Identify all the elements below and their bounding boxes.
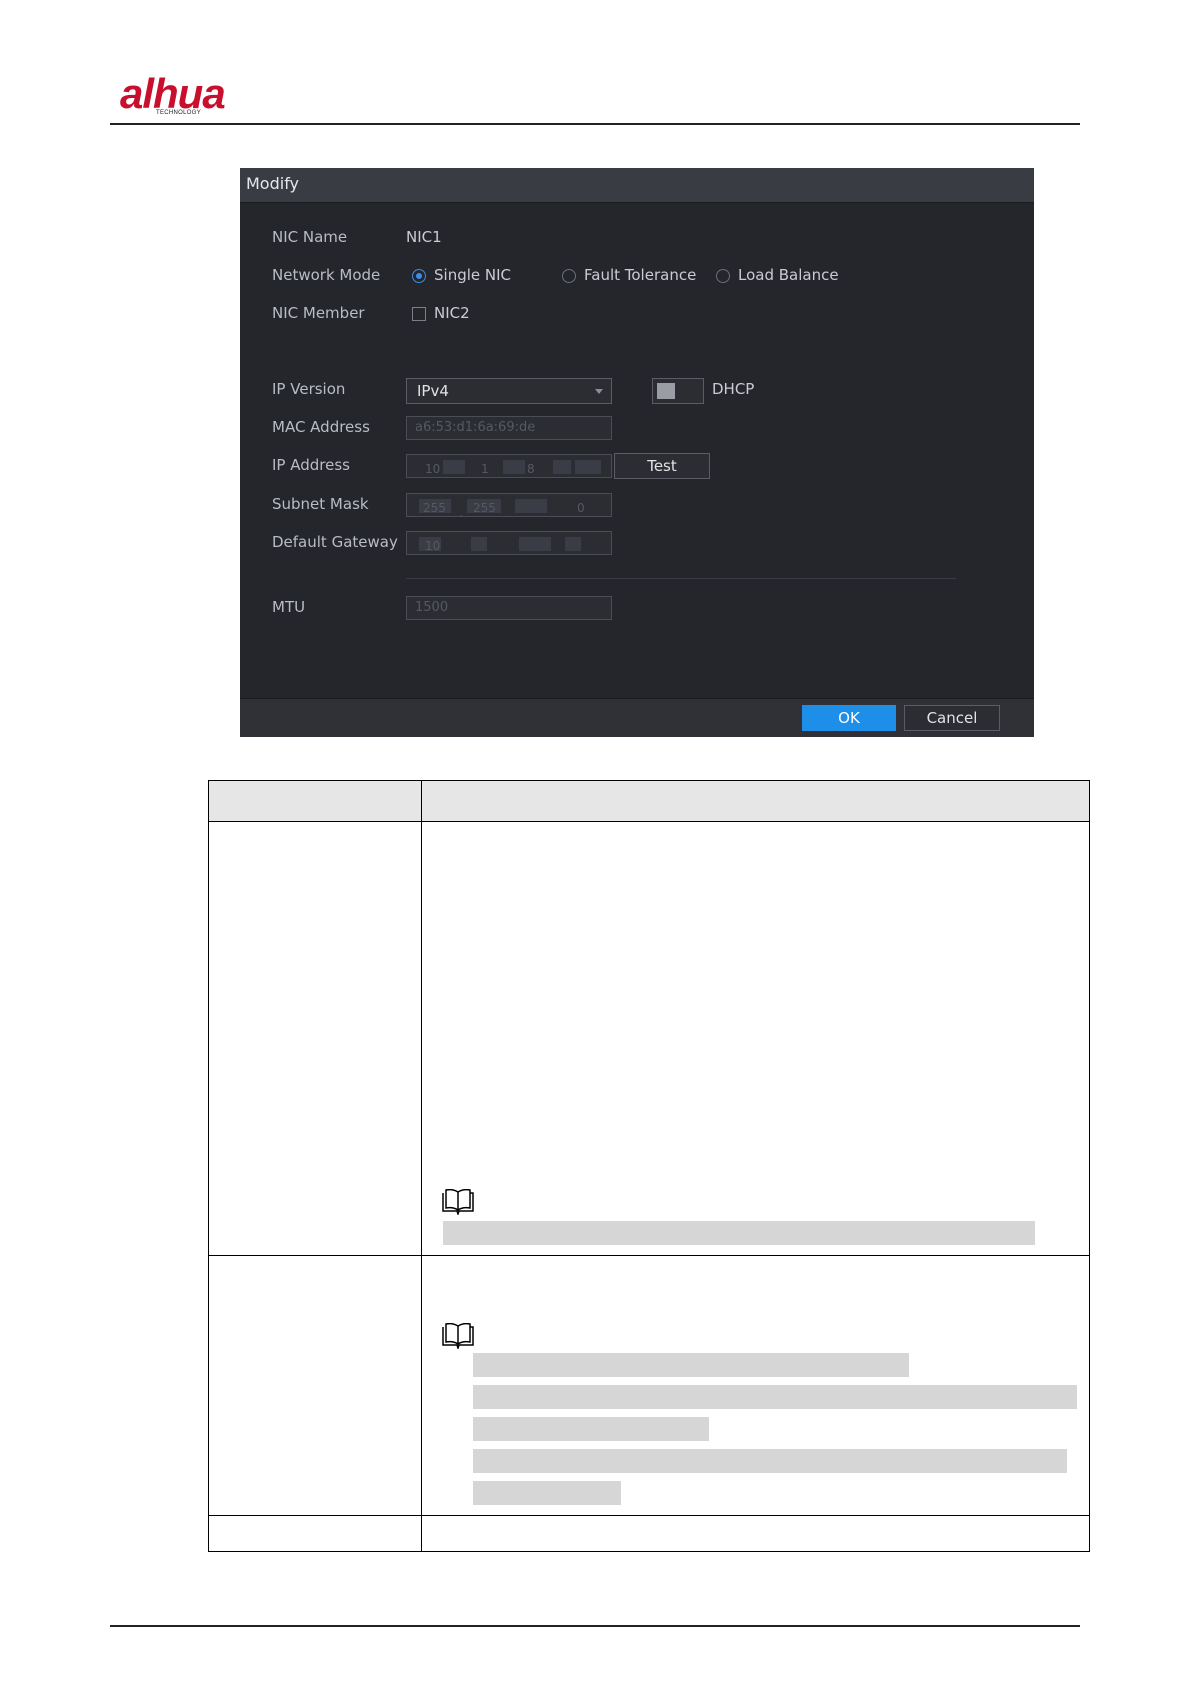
cancel-button[interactable]: Cancel (904, 705, 1000, 731)
dialog-titlebar: Modify (240, 168, 1034, 203)
mac-address-field: a6:53:d1:6a:69:de (406, 416, 612, 440)
ip-redaction (575, 460, 601, 474)
parameter-table (208, 780, 1090, 1552)
nic2-checkbox-label: NIC2 (434, 304, 470, 322)
subnet-mask-label: Subnet Mask (272, 495, 369, 513)
subnet-mask-field[interactable]: 255 . 255 0 (406, 493, 612, 520)
ip-version-select[interactable]: IPv4 (406, 378, 612, 404)
mtu-field[interactable]: 1500 (406, 596, 612, 620)
ip-redaction (515, 499, 547, 513)
radio-fault-tolerance-label: Fault Tolerance (584, 266, 697, 284)
header-rule (110, 123, 1080, 125)
modify-dialog: Modify NIC Name NIC1 Network Mode Single… (240, 168, 1034, 737)
chevron-down-icon (595, 389, 603, 394)
ip-part-3: 8 (527, 462, 535, 476)
default-gateway-label: Default Gateway (272, 533, 398, 551)
section-divider (406, 578, 956, 579)
note-book-icon (442, 1189, 474, 1215)
ip-address-field[interactable]: 10 1 8 (406, 454, 612, 478)
default-gateway-field[interactable]: 10 (406, 531, 612, 555)
radio-single-nic[interactable] (412, 269, 426, 283)
radio-single-nic-label: Single NIC (434, 266, 511, 284)
footer-rule (110, 1625, 1080, 1627)
dialog-footer: OK Cancel (240, 698, 1034, 737)
ip-part-2: 1 (481, 462, 489, 476)
ip-version-value: IPv4 (417, 382, 449, 400)
dhcp-label: DHCP (712, 380, 755, 398)
test-button[interactable]: Test (614, 453, 710, 479)
ip-separator: . (459, 506, 463, 520)
nic-member-label: NIC Member (272, 304, 365, 322)
note-book-icon (442, 1323, 474, 1349)
radio-fault-tolerance[interactable] (562, 269, 576, 283)
redacted-note (443, 1221, 1035, 1245)
table-column-divider (421, 781, 422, 1551)
redacted-note (473, 1417, 709, 1441)
redacted-note (473, 1385, 1077, 1409)
ip-part-1: 10 (425, 462, 441, 476)
redacted-note (473, 1449, 1067, 1473)
redacted-note (473, 1481, 621, 1505)
gateway-part-1: 10 (425, 539, 441, 553)
ip-redaction (471, 537, 487, 551)
table-header-row (209, 781, 1089, 822)
dhcp-toggle[interactable] (652, 378, 704, 404)
redacted-note (473, 1353, 909, 1377)
ip-redaction (553, 460, 571, 474)
ip-redaction (503, 460, 525, 474)
dahua-logo: alhua TECHNOLOGY (120, 70, 260, 122)
nic-name-value: NIC1 (406, 228, 442, 246)
network-mode-label: Network Mode (272, 266, 381, 284)
ok-button[interactable]: OK (802, 705, 896, 731)
nic2-checkbox[interactable] (412, 307, 426, 321)
table-row-divider (209, 1515, 1089, 1516)
mask-part-2: 255 (473, 501, 496, 515)
ip-redaction (519, 537, 551, 551)
mask-part-4: 0 (577, 501, 585, 515)
ip-redaction (443, 460, 465, 474)
radio-load-balance[interactable] (716, 269, 730, 283)
mac-address-label: MAC Address (272, 418, 370, 436)
mask-part-1: 255 (423, 501, 446, 515)
logo-subtext: TECHNOLOGY (156, 110, 202, 116)
table-row-divider (209, 1255, 1089, 1256)
radio-load-balance-label: Load Balance (738, 266, 839, 284)
mtu-label: MTU (272, 598, 306, 616)
nic-name-label: NIC Name (272, 228, 348, 246)
dialog-title: Modify (246, 174, 300, 193)
ip-redaction (565, 537, 581, 551)
ip-address-label: IP Address (272, 456, 350, 474)
ip-version-label: IP Version (272, 380, 346, 398)
